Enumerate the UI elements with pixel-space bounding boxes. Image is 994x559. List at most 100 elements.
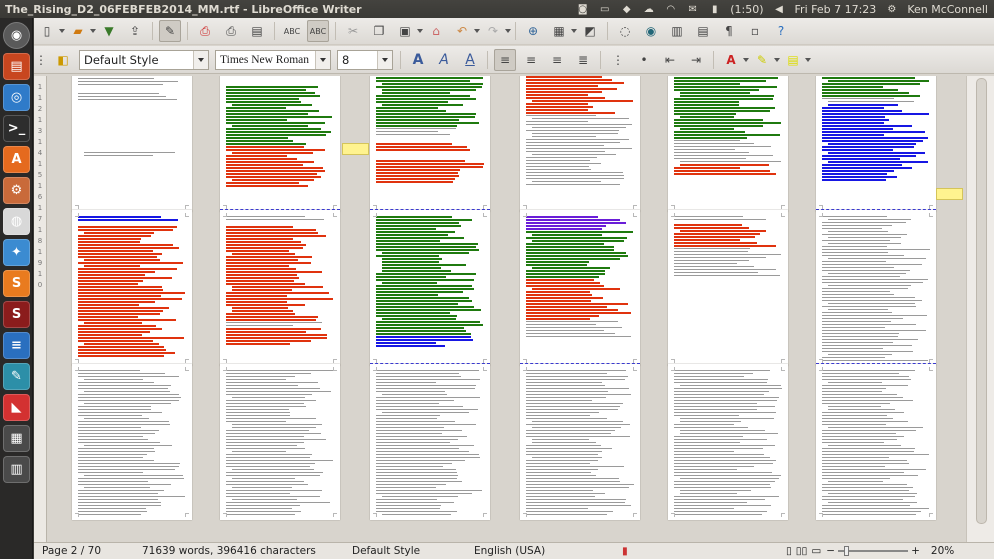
comment-note[interactable] (936, 188, 963, 200)
edit-mode-icon[interactable]: ✎ (159, 20, 181, 42)
system-settings-icon[interactable]: ⚙ (3, 177, 30, 204)
document-page[interactable] (520, 210, 640, 366)
comment-note[interactable] (342, 143, 369, 155)
styles-formatting-icon[interactable]: ◧ (52, 49, 74, 71)
print-preview-icon[interactable]: ▤ (246, 20, 268, 42)
clone-formatting-icon[interactable]: ⌂ (425, 20, 447, 42)
undo-icon[interactable]: ↶ (451, 20, 473, 42)
italic-icon[interactable]: A (433, 49, 455, 71)
decrease-indent-icon[interactable]: ⇤ (659, 49, 681, 71)
zoom-in-icon[interactable]: + (908, 545, 923, 557)
help-icon[interactable]: ? (770, 20, 792, 42)
increase-indent-icon[interactable]: ⇥ (685, 49, 707, 71)
align-right-icon[interactable]: ≡ (546, 49, 568, 71)
justify-icon[interactable]: ≣ (572, 49, 594, 71)
single-page-view-icon[interactable]: ▯ (784, 545, 794, 557)
document-page[interactable] (72, 210, 192, 366)
navigator-icon[interactable]: ◉ (640, 20, 662, 42)
font-name-select[interactable]: Times New Roman (215, 49, 331, 70)
zoom-level[interactable]: 20% (923, 545, 962, 557)
vertical-scrollbar[interactable] (966, 76, 994, 546)
writer-icon[interactable]: ≡ (3, 332, 30, 359)
document-area[interactable] (48, 76, 966, 546)
font-size-select[interactable]: 8 (337, 49, 393, 70)
files-icon[interactable]: ▤ (3, 53, 30, 80)
word-count[interactable]: 71639 words, 396416 characters (134, 545, 344, 557)
formatting-marks-icon[interactable]: ¶ (718, 20, 740, 42)
table-icon[interactable]: ▦ (548, 20, 570, 42)
align-center-icon[interactable]: ≡ (520, 49, 542, 71)
dropbox-icon[interactable]: ◆ (620, 4, 633, 15)
keyboard-icon[interactable]: ▭ (598, 4, 611, 15)
document-page[interactable] (220, 210, 340, 366)
zoom-icon[interactable]: ▫ (744, 20, 766, 42)
zoom-slider-thumb[interactable] (844, 546, 850, 556)
data-sources-icon[interactable]: ▤ (692, 20, 714, 42)
cut-icon[interactable]: ✂ (342, 20, 364, 42)
document-page[interactable] (370, 364, 490, 520)
document-modified-icon[interactable]: ▮ (614, 545, 634, 557)
book-view-icon[interactable]: ▭ (809, 545, 823, 557)
clock[interactable]: Fri Feb 7 17:23 (795, 3, 877, 16)
document-page[interactable] (816, 76, 936, 212)
new-document-icon[interactable]: ▯ (36, 20, 58, 42)
battery-time[interactable]: (1:50) (730, 3, 763, 16)
document-page[interactable] (668, 210, 788, 366)
background-color-icon[interactable]: ▤ (782, 49, 804, 71)
find-replace-icon[interactable]: ◌ (614, 20, 636, 42)
document-page[interactable] (220, 76, 340, 212)
gallery-icon[interactable]: ▥ (666, 20, 688, 42)
copy-icon[interactable]: ❐ (368, 20, 390, 42)
camera-icon[interactable]: ◙ (576, 4, 589, 15)
bullets-icon[interactable]: • (633, 49, 655, 71)
paste-icon[interactable]: ▣ (394, 20, 416, 42)
autospellcheck-icon[interactable]: ABC (307, 20, 329, 42)
paragraph-style-select[interactable]: Default Style (79, 49, 209, 70)
workspace-switcher-icon[interactable]: ▦ (3, 425, 30, 452)
pen-app-icon[interactable]: ✎ (3, 363, 30, 390)
export-pdf-icon[interactable]: ⎙ (194, 20, 216, 42)
underline-icon[interactable]: A (459, 49, 481, 71)
browser-icon[interactable]: ◎ (3, 84, 30, 111)
document-page[interactable] (370, 76, 490, 212)
mail-icon[interactable]: ✉ (686, 4, 699, 15)
zoom-slider[interactable] (838, 546, 909, 556)
export-icon[interactable]: ⇪ (124, 20, 146, 42)
document-page[interactable] (668, 364, 788, 520)
trash-icon[interactable]: ▥ (3, 456, 30, 483)
battery-icon[interactable]: ▮ (708, 4, 721, 15)
highlighting-icon[interactable]: ✎ (751, 49, 773, 71)
dash-icon[interactable]: ◉ (3, 22, 30, 49)
document-page[interactable] (668, 76, 788, 212)
sublime-icon[interactable]: S (3, 270, 30, 297)
volume-icon[interactable]: ◀ (773, 4, 786, 15)
page-indicator[interactable]: Page 2 / 70 (34, 545, 134, 557)
scribus-icon[interactable]: S (3, 301, 30, 328)
document-page[interactable] (72, 364, 192, 520)
user-name[interactable]: Ken McConnell (907, 3, 988, 16)
terminal-icon[interactable]: >_ (3, 115, 30, 142)
zoom-out-icon[interactable]: − (823, 545, 838, 557)
mouse-settings-icon[interactable]: ◍ (3, 208, 30, 235)
multi-page-view-icon[interactable]: ▯▯ (794, 545, 810, 557)
language[interactable]: English (USA) (466, 545, 614, 557)
document-page[interactable] (816, 210, 936, 366)
software-center-icon[interactable]: A (3, 146, 30, 173)
save-icon[interactable]: ▼ (98, 20, 120, 42)
print-icon[interactable]: ⎙ (220, 20, 242, 42)
bold-icon[interactable]: A (407, 49, 429, 71)
spellcheck-icon[interactable]: ABC (281, 20, 303, 42)
hyperlink-icon[interactable]: ⊕ (522, 20, 544, 42)
document-page[interactable] (220, 364, 340, 520)
scrollbar-thumb[interactable] (976, 78, 987, 524)
cloud-icon[interactable]: ☁ (642, 4, 655, 15)
document-page[interactable] (520, 76, 640, 212)
document-page[interactable] (72, 76, 192, 212)
numbering-icon[interactable]: ⋮ (607, 49, 629, 71)
redo-icon[interactable]: ↷ (482, 20, 504, 42)
wifi-icon[interactable]: ◠ (664, 4, 677, 15)
page-style[interactable]: Default Style (344, 545, 466, 557)
show-draw-functions-icon[interactable]: ◩ (579, 20, 601, 42)
document-page[interactable] (520, 364, 640, 520)
vertical-ruler[interactable]: 1 1 2 1 3 1 4 1 5 1 6 1 7 1 8 1 9 1 0 (34, 76, 47, 546)
